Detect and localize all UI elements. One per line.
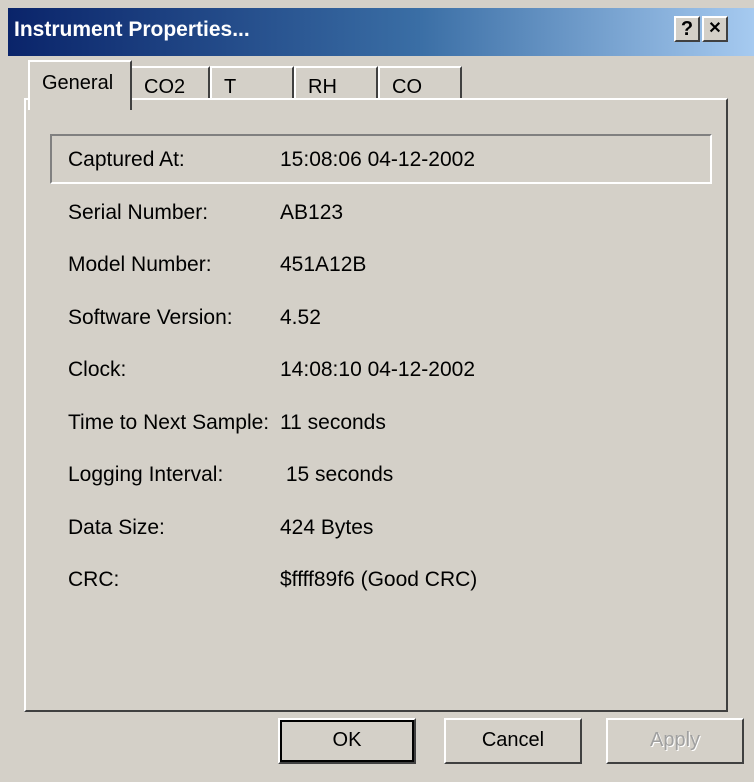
property-label: Logging Interval: xyxy=(68,463,224,486)
general-tab-panel: Captured At: 15:08:06 04-12-2002 Serial … xyxy=(24,98,728,712)
property-value: 15:08:06 04-12-2002 xyxy=(280,148,475,171)
property-value: 451A12B xyxy=(280,253,367,276)
close-button[interactable]: ✕ xyxy=(702,16,728,42)
property-value: 15 seconds xyxy=(280,463,394,486)
property-label: Serial Number: xyxy=(68,201,209,224)
tab-label: CO xyxy=(392,76,422,98)
tab-label: RH xyxy=(308,76,337,98)
ok-button[interactable]: OK xyxy=(278,718,416,764)
tab-label: CO2 xyxy=(144,76,186,98)
window-title: Instrument Properties... xyxy=(14,18,250,41)
tab-label: General xyxy=(42,72,114,94)
help-icon: ? xyxy=(680,18,694,40)
title-bar[interactable]: Instrument Properties... ? ✕ xyxy=(8,8,754,56)
property-value: AB123 xyxy=(280,201,344,224)
property-label: Software Version: xyxy=(68,306,233,329)
property-value: 4.52 xyxy=(280,306,321,329)
close-icon: ✕ xyxy=(708,20,722,37)
property-label: Clock: xyxy=(68,358,127,381)
help-button[interactable]: ? xyxy=(674,16,700,42)
cancel-button[interactable]: Cancel xyxy=(444,718,582,764)
tab-label: T xyxy=(224,76,237,98)
property-value: 14:08:10 04-12-2002 xyxy=(280,358,475,381)
property-value: 11 seconds xyxy=(280,411,386,434)
apply-button[interactable]: Apply xyxy=(606,718,744,764)
property-label: Time to Next Sample: xyxy=(68,411,270,434)
tab-general[interactable]: General xyxy=(28,60,132,110)
property-value: $ffff89f6 (Good CRC) xyxy=(280,568,478,591)
instrument-properties-dialog: Instrument Properties... ? ✕ General CO2… xyxy=(0,0,754,782)
property-label: Data Size: xyxy=(68,516,165,539)
property-value: 424 Bytes xyxy=(280,516,374,539)
property-label: Captured At: xyxy=(68,148,185,171)
property-label: Model Number: xyxy=(68,253,212,276)
property-label: CRC: xyxy=(68,568,120,591)
